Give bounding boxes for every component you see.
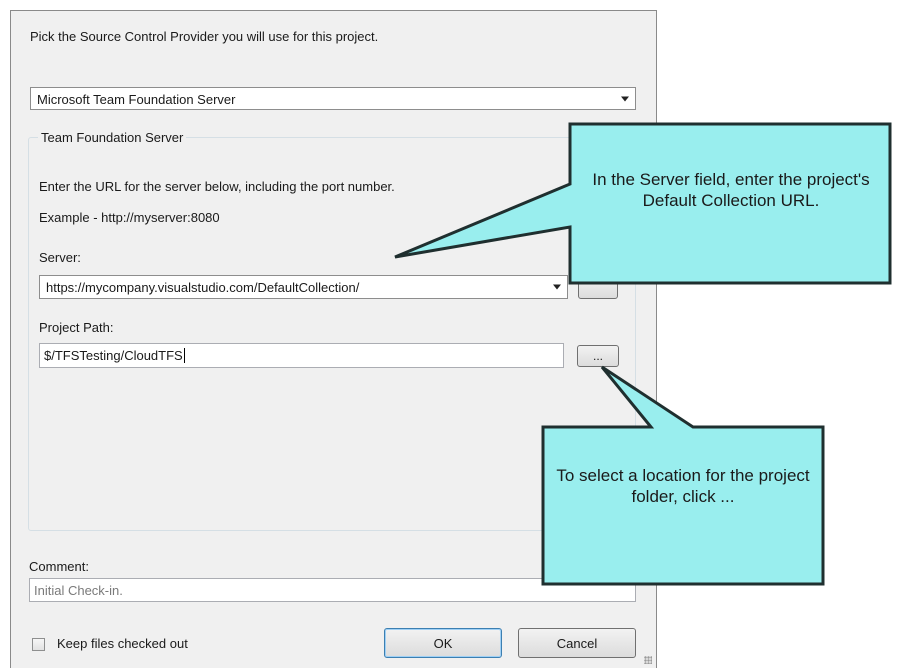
server-callout-text: In the Server field, enter the project's… [592, 170, 870, 210]
browse-callout-text: To select a location for the project fol… [556, 466, 810, 506]
callout-shapes [394, 122, 892, 586]
